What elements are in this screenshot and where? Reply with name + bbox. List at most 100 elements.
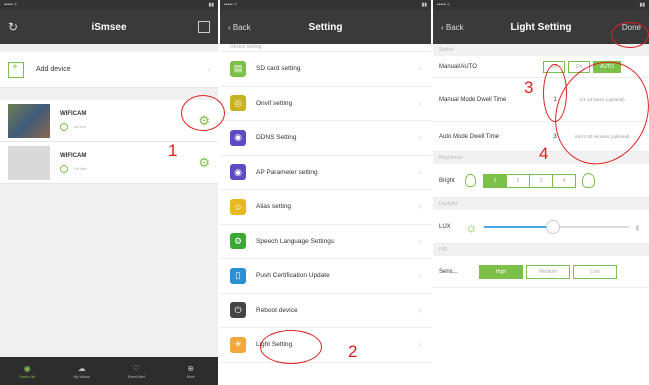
brightness-segmented: 1234 xyxy=(483,173,576,188)
heart-icon: ♡ xyxy=(132,363,140,373)
section-pir: PIR xyxy=(433,244,649,256)
annotation-circle-gear xyxy=(181,95,225,131)
sun-icon: ☼ xyxy=(465,218,478,235)
ddns-icon: ◉ xyxy=(230,129,246,146)
onvif-icon: ◎ xyxy=(230,95,246,112)
settings-item[interactable]: ☀ Light Setting › xyxy=(220,328,431,363)
camera-thumbnail xyxy=(8,145,50,180)
settings-item-cut[interactable]: Device setting xyxy=(220,44,431,52)
settings-item[interactable]: ⏻ Reboot device › xyxy=(220,294,431,328)
lux-slider-knob[interactable] xyxy=(546,219,561,234)
camera-icon: ◉ xyxy=(23,363,31,373)
tab-bar: ◉ Device list ☁ My Videos ♡ Event Alert ⊕ Mo… xyxy=(0,357,218,385)
camera-name: WIFICAM xyxy=(60,110,87,117)
camera-name: WIFICAM xyxy=(60,152,87,159)
device-list-screen: ••••• ≈▮▮ ↻ iSmsee Add device › WIFICAM … xyxy=(0,0,218,385)
setting-screen: ••••• ≈ ▮▮ ‹ Back Setting Device setting … xyxy=(220,0,431,385)
sensitivity-segmented: High Medium Low xyxy=(479,264,617,279)
brightness-level[interactable]: 3 xyxy=(529,173,553,188)
back-button[interactable]: ‹ Back xyxy=(228,23,251,32)
settings-item-label: Speech Language Settings xyxy=(256,237,335,245)
alias-icon: ☺ xyxy=(230,198,246,215)
annotation-circle-light-setting xyxy=(260,330,322,364)
camera-thumbnail xyxy=(8,103,50,138)
brightness-level[interactable]: 1 xyxy=(483,173,507,188)
online-icon xyxy=(60,122,68,131)
done-button[interactable]: Done xyxy=(622,23,641,32)
status-bar: ••••• ≈ ▮▮ xyxy=(433,0,649,10)
sensitivity-row: Sens... High Medium Low xyxy=(433,256,649,288)
tab-event-alert[interactable]: ♡ Event Alert xyxy=(109,357,164,385)
annotation-number: 2 xyxy=(348,342,358,361)
back-button[interactable]: ‹ Back xyxy=(441,23,464,32)
reboot-icon: ⏻ xyxy=(230,302,246,319)
settings-item[interactable]: ◎ Onvif setting › xyxy=(220,87,431,121)
camera-row[interactable]: WIFICAM Off line ⚙ xyxy=(0,142,218,184)
wifi-icon: ◉ xyxy=(230,164,246,181)
settings-item[interactable]: ▯ Push Certification Update › xyxy=(220,259,431,294)
settings-menu: Device setting ▤ SD card setting › ◎ Onvif s… xyxy=(220,44,431,363)
status-bar: ••••• ≈ ▮▮ xyxy=(0,0,218,10)
chevron-right-icon: › xyxy=(418,340,421,350)
status-bar: ••••• ≈ ▮▮ xyxy=(220,0,431,10)
settings-item[interactable]: ⚙ Speech Language Settings › xyxy=(220,225,431,259)
chevron-right-icon: › xyxy=(418,64,421,74)
settings-item-label: Onvif setting xyxy=(256,99,293,107)
brightness-level[interactable]: 4 xyxy=(552,173,576,188)
chevron-right-icon: › xyxy=(418,305,421,315)
add-device-row[interactable]: Add device › xyxy=(0,52,218,88)
bulb-dim-icon xyxy=(465,174,476,187)
lux-slider[interactable] xyxy=(483,219,629,234)
tab-more[interactable]: ⊕ More xyxy=(164,357,219,385)
offline-icon xyxy=(60,164,68,173)
section-daylight: Daylight xyxy=(433,198,649,210)
gear-icon[interactable]: ⚙ xyxy=(198,155,210,171)
settings-item[interactable]: ◉ DDNS Setting › xyxy=(220,121,431,156)
add-home-icon xyxy=(8,61,24,78)
chevron-right-icon: › xyxy=(418,98,421,108)
chevron-right-icon: › xyxy=(207,65,210,74)
seg-medium[interactable]: Medium xyxy=(526,264,570,279)
more-icon: ⊕ xyxy=(187,363,195,373)
refresh-icon[interactable]: ↻ xyxy=(8,20,18,34)
camera-status: Off line xyxy=(74,166,87,171)
sd-card-icon: ▤ xyxy=(230,60,246,77)
brightness-level[interactable]: 2 xyxy=(506,173,530,188)
calendar-icon[interactable] xyxy=(198,21,210,33)
push-icon: ▯ xyxy=(230,267,246,284)
settings-item-label: Reboot device xyxy=(256,306,298,314)
tab-my-videos[interactable]: ☁ My Videos xyxy=(55,357,110,385)
settings-item[interactable]: ◉ AP Parameter setting › xyxy=(220,156,431,190)
lux-row: LUX ☼ ◐ xyxy=(433,210,649,244)
chevron-right-icon: › xyxy=(418,271,421,281)
navbar: ↻ iSmsee xyxy=(0,10,218,44)
seg-high[interactable]: High xyxy=(479,264,523,279)
annotation-number: 1 xyxy=(168,141,178,160)
annotation-number: 3 xyxy=(524,78,534,97)
light-bulb-icon: ☀ xyxy=(230,336,246,353)
annotation-number: 4 xyxy=(539,144,549,163)
page-title: Setting xyxy=(308,21,343,33)
lux-slider-track xyxy=(553,225,629,228)
settings-item-label: AP Parameter setting xyxy=(256,168,318,176)
navbar: ‹ Back Setting xyxy=(220,10,431,44)
bright-row: Bright 1234 xyxy=(433,164,649,198)
settings-item-label: SD card setting xyxy=(256,65,301,73)
chevron-right-icon: › xyxy=(418,202,421,212)
section-switch: Switch xyxy=(433,44,649,56)
page-title: iSmsee xyxy=(91,21,127,33)
chevron-right-icon: › xyxy=(418,133,421,143)
settings-item-label: Alias setting xyxy=(256,203,292,211)
settings-item-label: Push Certification Update xyxy=(256,272,330,280)
settings-item[interactable]: ▤ SD card setting › xyxy=(220,52,431,87)
cloud-icon: ☁ xyxy=(77,363,86,373)
seg-low[interactable]: Low xyxy=(573,264,617,279)
settings-item[interactable]: ☺ Alias setting › xyxy=(220,190,431,225)
settings-item-label: DDNS Setting xyxy=(256,134,297,142)
speech-icon: ⚙ xyxy=(230,233,246,250)
lux-slider-fill xyxy=(483,225,554,228)
chevron-right-icon: › xyxy=(418,236,421,246)
tab-device-list[interactable]: ◉ Device list xyxy=(0,357,55,385)
add-device-label: Add device xyxy=(36,66,71,73)
light-setting-screen: ••••• ≈ ▮▮ ‹ Back Light Setting Done Swit… xyxy=(433,0,649,385)
